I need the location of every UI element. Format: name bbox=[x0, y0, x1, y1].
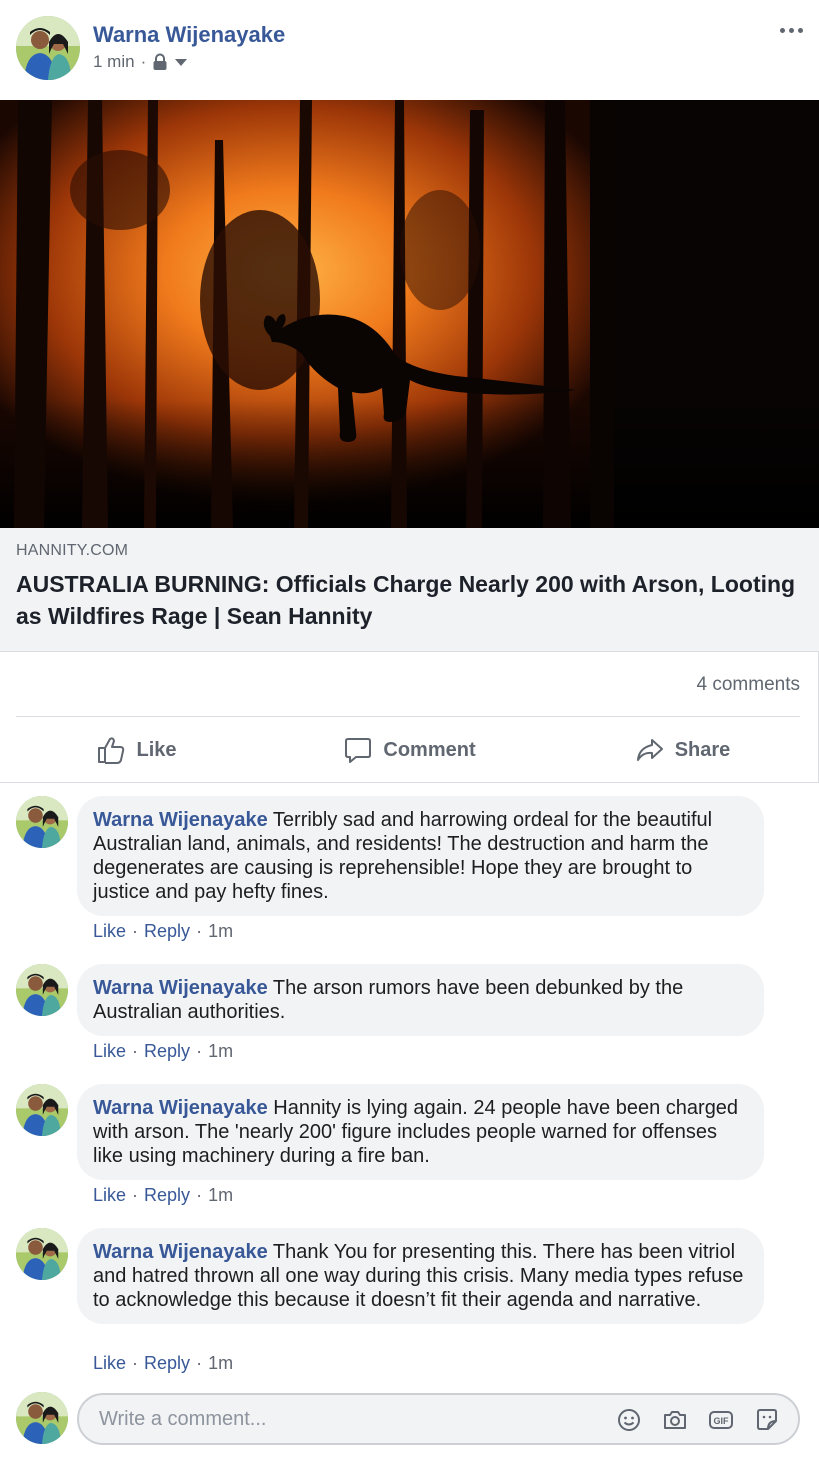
caret-down-icon[interactable] bbox=[174, 57, 188, 67]
separator: · bbox=[196, 1353, 203, 1373]
comment-bubble: Warna Wijenayake Terribly sad and harrow… bbox=[77, 796, 764, 916]
separator: · bbox=[196, 1185, 203, 1205]
post-meta: 1 min · bbox=[93, 52, 188, 72]
separator: · bbox=[132, 1185, 139, 1205]
comment-input[interactable] bbox=[99, 1408, 579, 1431]
comment-author[interactable]: Warna Wijenayake bbox=[93, 1241, 268, 1263]
lock-icon bbox=[152, 53, 168, 71]
comment-input-box[interactable]: GIF bbox=[77, 1393, 800, 1445]
share-button[interactable]: Share bbox=[546, 718, 819, 782]
gif-icon[interactable]: GIF bbox=[708, 1407, 734, 1433]
thumbs-up-icon bbox=[96, 735, 126, 765]
comment-actions: Like · Reply · 1m bbox=[93, 1041, 233, 1062]
share-arrow-icon bbox=[635, 735, 665, 765]
comment-reply-link[interactable]: Reply bbox=[144, 1353, 190, 1374]
link-preview-image[interactable] bbox=[0, 100, 819, 528]
comment-bubble: Warna Wijenayake Thank You for presentin… bbox=[77, 1228, 764, 1324]
comment-time[interactable]: 1m bbox=[208, 1353, 233, 1374]
comment-bubble: Warna Wijenayake Hannity is lying again.… bbox=[77, 1084, 764, 1180]
divider bbox=[0, 782, 819, 783]
share-label: Share bbox=[674, 738, 731, 761]
comment-like-link[interactable]: Like bbox=[93, 921, 126, 942]
current-user-avatar bbox=[16, 1392, 68, 1444]
post-card: Warna Wijenayake 1 min · HANNITY.COM AUS… bbox=[0, 0, 819, 1460]
like-button[interactable]: Like bbox=[0, 718, 273, 782]
commenter-avatar[interactable] bbox=[16, 1084, 68, 1136]
comment-time[interactable]: 1m bbox=[208, 1185, 233, 1206]
comment-reply-link[interactable]: Reply bbox=[144, 921, 190, 942]
svg-text:GIF: GIF bbox=[714, 1416, 730, 1426]
post-header: Warna Wijenayake 1 min · bbox=[0, 0, 819, 100]
emoji-icon[interactable] bbox=[616, 1407, 642, 1433]
comment-author[interactable]: Warna Wijenayake bbox=[93, 1097, 268, 1119]
meta-separator: · bbox=[140, 52, 147, 71]
comment-time[interactable]: 1m bbox=[208, 1041, 233, 1062]
composer-tools: GIF bbox=[616, 1407, 780, 1433]
separator: · bbox=[132, 1041, 139, 1061]
divider bbox=[16, 716, 800, 717]
comment-reply-link[interactable]: Reply bbox=[144, 1041, 190, 1062]
link-title[interactable]: AUSTRALIA BURNING: Officials Charge Near… bbox=[16, 568, 806, 632]
comment-label: Comment bbox=[383, 738, 476, 761]
comment-actions: Like · Reply · 1m bbox=[93, 921, 233, 942]
action-bar: Like Comment Share bbox=[0, 718, 819, 782]
separator: · bbox=[196, 1041, 203, 1061]
comment-bubble: Warna Wijenayake The arson rumors have b… bbox=[77, 964, 764, 1036]
commenter-avatar[interactable] bbox=[16, 796, 68, 848]
comment-like-link[interactable]: Like bbox=[93, 1353, 126, 1374]
separator: · bbox=[196, 921, 203, 941]
comment-actions: Like · Reply · 1m bbox=[93, 1185, 233, 1206]
separator: · bbox=[132, 1353, 139, 1373]
more-options-icon[interactable] bbox=[775, 18, 807, 42]
comment-actions: Like · Reply · 1m bbox=[93, 1353, 233, 1374]
post-time[interactable]: 1 min bbox=[93, 52, 135, 72]
commenter-avatar[interactable] bbox=[16, 964, 68, 1016]
link-domain: HANNITY.COM bbox=[16, 542, 129, 559]
author-name[interactable]: Warna Wijenayake bbox=[93, 22, 285, 48]
camera-icon[interactable] bbox=[662, 1407, 688, 1433]
author-avatar[interactable] bbox=[16, 16, 80, 80]
like-label: Like bbox=[136, 738, 177, 761]
comment-reply-link[interactable]: Reply bbox=[144, 1185, 190, 1206]
comment-like-link[interactable]: Like bbox=[93, 1185, 126, 1206]
comment-button[interactable]: Comment bbox=[273, 718, 546, 782]
comment-count[interactable]: 4 comments bbox=[697, 674, 800, 696]
separator: · bbox=[132, 921, 139, 941]
comment-like-link[interactable]: Like bbox=[93, 1041, 126, 1062]
comment-time[interactable]: 1m bbox=[208, 921, 233, 942]
speech-bubble-icon bbox=[343, 735, 373, 765]
comment-author[interactable]: Warna Wijenayake bbox=[93, 809, 268, 831]
wildfire-kangaroo-image bbox=[0, 100, 819, 528]
sticker-icon[interactable] bbox=[754, 1407, 780, 1433]
link-preview-box[interactable]: HANNITY.COM AUSTRALIA BURNING: Officials… bbox=[0, 528, 819, 652]
commenter-avatar[interactable] bbox=[16, 1228, 68, 1280]
comment-author[interactable]: Warna Wijenayake bbox=[93, 977, 268, 999]
